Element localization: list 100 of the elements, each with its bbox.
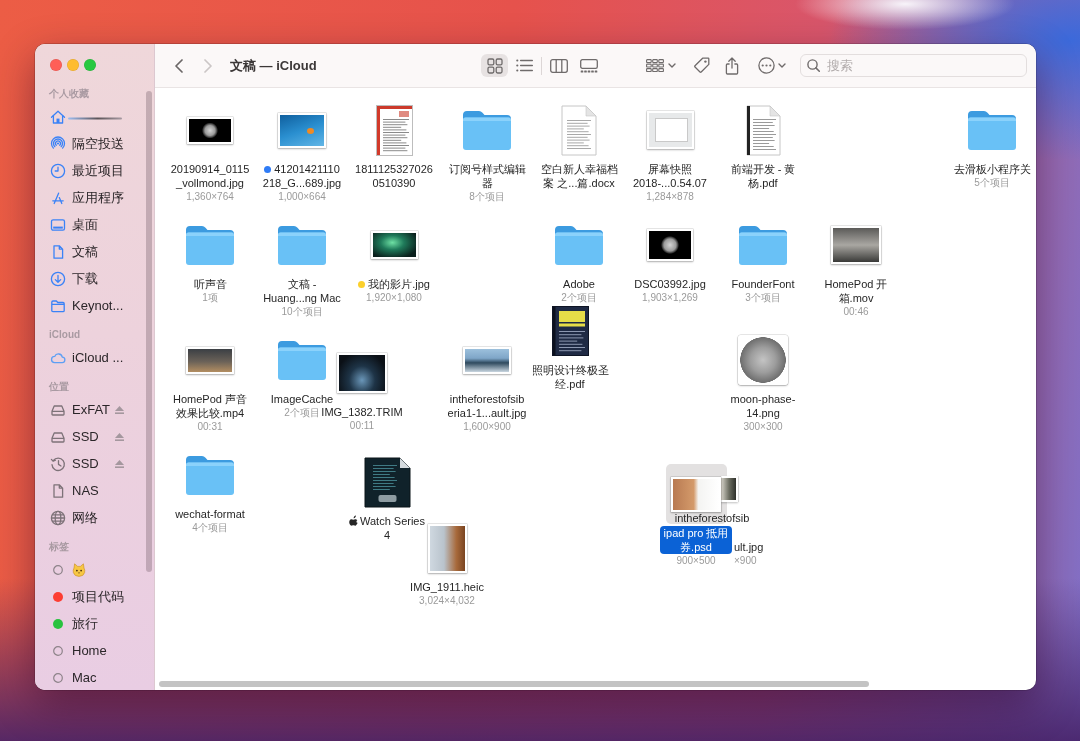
document-icon[interactable] [363, 456, 411, 508]
file-name[interactable]: 20190914_0115_vollmond.jpg [170, 162, 250, 190]
sidebar-item[interactable]: 隔空投送 [45, 134, 144, 153]
sidebar-item[interactable]: SSD [45, 454, 144, 473]
scrollbar-thumb[interactable] [146, 91, 152, 572]
file-name[interactable]: 空白新人幸福档案 之...篇.docx [539, 162, 619, 190]
file-name[interactable]: 文稿 - Huang...ng Mac [262, 277, 342, 305]
file-name[interactable]: ImageCache [270, 392, 334, 406]
file-detail: 1,360×764 [186, 190, 234, 203]
folder-icon[interactable] [185, 454, 235, 496]
file-detail: 00:11 [349, 419, 375, 432]
file-name[interactable]: 屏幕快照 2018-...0.54.07 [630, 162, 710, 190]
moon-photo-thumbnail[interactable] [647, 229, 693, 261]
folder-icon[interactable] [185, 224, 235, 266]
moon-photo-thumbnail[interactable] [738, 335, 788, 385]
sidebar-item[interactable]: Keynot... [45, 296, 144, 315]
document-thumbnail[interactable] [745, 104, 781, 156]
file-detail: 4个项目 [192, 521, 228, 534]
group-icon [645, 59, 664, 72]
house-icon [50, 108, 66, 125]
folder-icon[interactable] [277, 339, 327, 381]
document-thumbnail[interactable] [375, 104, 413, 156]
file-detail: 10个项目 [281, 305, 323, 318]
download-icon [50, 270, 66, 287]
sidebar-item[interactable]: 应用程序 [45, 188, 144, 207]
file-detail: ×900 [734, 554, 757, 567]
sidebar-item[interactable]: 桌面 [45, 215, 144, 234]
window-title: 文稿 — iCloud [230, 56, 317, 75]
sidebar-item[interactable]: 下载 [45, 269, 144, 288]
video-thumbnail[interactable] [337, 353, 387, 393]
file-name[interactable]: intheforestofsib [674, 511, 750, 525]
tag-circle-icon [53, 645, 63, 656]
file-detail: 1,920×1,080 [366, 291, 422, 304]
file-name[interactable]: Watch Series 4 [347, 514, 427, 542]
section-header: iCloud [49, 328, 81, 342]
file-name[interactable]: 前端开发 - 黄杨.pdf [723, 162, 803, 190]
screenshot-thumbnail[interactable] [646, 111, 694, 149]
folder-icon [50, 297, 66, 314]
file-name[interactable]: FounderFont [731, 277, 795, 291]
file-name[interactable]: HomePod 开箱.mov [816, 277, 896, 305]
file-detail: 1,600×900 [463, 420, 511, 433]
columns-icon [549, 58, 568, 73]
tag-icon [693, 57, 710, 74]
photo-placeholder[interactable] [370, 231, 418, 259]
file-name[interactable]: intheforestofsiberia1-1...ault.jpg [447, 392, 527, 420]
sidebar-item[interactable]: 最近项目 [45, 161, 144, 180]
sidebar-item[interactable]: iCloud ... [45, 348, 144, 367]
grid-icon [486, 57, 503, 74]
photo-placeholder[interactable] [427, 523, 467, 573]
photo-placeholder[interactable] [463, 346, 511, 374]
folder-icon[interactable] [277, 224, 327, 266]
tag-circle-icon [53, 672, 63, 683]
tag-item[interactable]: 项目代码 [45, 587, 144, 606]
folder-icon[interactable] [462, 109, 512, 151]
tag-item[interactable]: 旅行 [45, 614, 144, 633]
file-name[interactable]: 照明设计终极圣经.pdf [530, 363, 610, 391]
search-field[interactable]: 搜索 [800, 54, 1027, 77]
file-detail: 1,284×878 [646, 190, 694, 203]
section-header: 个人收藏 [49, 87, 89, 101]
file-name[interactable]: 订阅号样式编辑器 [447, 162, 527, 190]
file-detail: 5个项目 [974, 176, 1010, 189]
chevron-down-icon [667, 63, 676, 68]
chevron-down-icon [778, 63, 786, 68]
file-name[interactable]: wechat-format [175, 507, 245, 521]
file-detail: 2个项目 [284, 406, 320, 419]
file-name[interactable]: 去滑板小程序关 [953, 162, 1031, 176]
sidebar-item[interactable]: NAS [45, 481, 144, 500]
file-name[interactable]: 41201421110218_G...689.jpg [262, 162, 342, 190]
file-detail: 900×500 [676, 554, 716, 567]
sidebar-item[interactable]: 文稿 [45, 242, 144, 261]
sidebar-item[interactable]: SSD [45, 427, 144, 446]
tag-item[interactable]: Home [45, 641, 144, 660]
folder-icon[interactable] [738, 224, 788, 266]
file-name[interactable]: DSC03992.jpg [634, 277, 706, 291]
sidebar-item[interactable]: 网络 [45, 508, 144, 527]
icon-view-button[interactable] [481, 54, 508, 77]
clock-arrow-icon [50, 455, 66, 472]
ellipsis-icon [758, 57, 775, 74]
sidebar-item[interactable]: ExFAT [45, 400, 144, 419]
video-thumbnail[interactable] [831, 226, 881, 264]
file-name[interactable]: 18111253270260510390 [354, 162, 434, 190]
moon-photo-thumbnail[interactable] [187, 116, 233, 144]
file-name[interactable]: ipad pro 抵用券.psd [660, 526, 732, 554]
folder-icon[interactable] [967, 109, 1017, 151]
file-detail: 1项 [202, 291, 218, 304]
file-name[interactable]: ult.jpg [734, 540, 764, 554]
file-name[interactable]: Adobe [563, 277, 595, 291]
file-name[interactable]: HomePod 声音效果比较.mp4 [170, 392, 250, 420]
file-name[interactable]: IMG_1911.heic [410, 580, 484, 594]
file-name[interactable]: 我的影片.jpg [358, 277, 430, 291]
tag-item[interactable]: Mac [45, 668, 144, 687]
section-header: 标签 [49, 540, 69, 554]
cat-face-icon [72, 562, 86, 577]
book-cover-thumbnail[interactable] [551, 306, 589, 356]
folder-icon[interactable] [554, 224, 604, 266]
file-name[interactable]: 听声音 [193, 277, 227, 291]
file-name[interactable]: moon-phase-14.png [723, 392, 803, 420]
video-thumbnail[interactable] [186, 346, 234, 374]
scrollbar-thumb[interactable] [159, 681, 869, 687]
file-name[interactable]: IMG_1382.TRIM [321, 405, 403, 419]
